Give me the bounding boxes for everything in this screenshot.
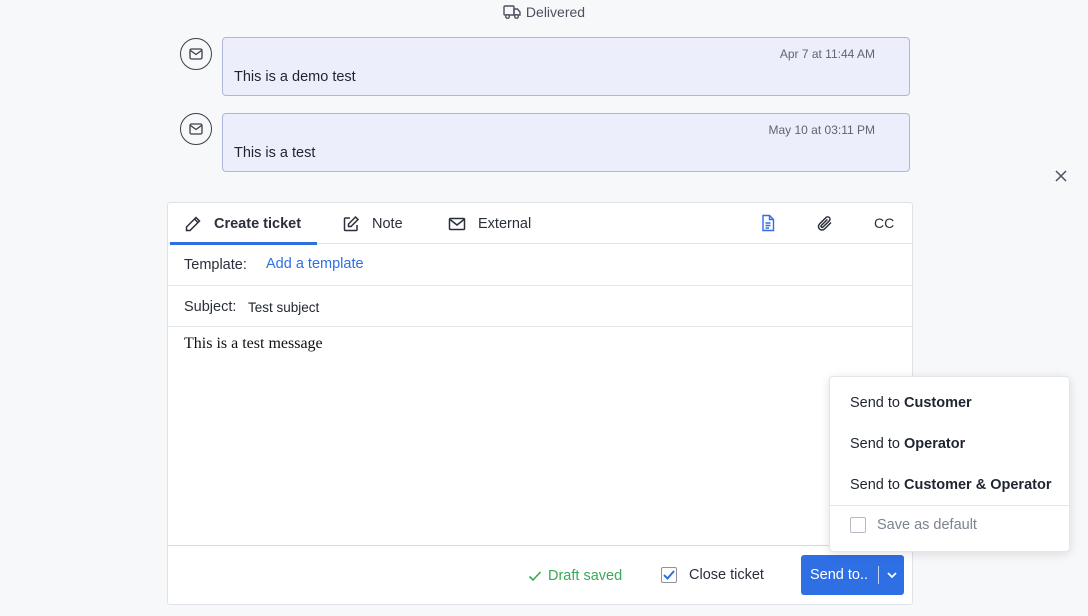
message-editor[interactable]: This is a test message [168,327,912,546]
subject-label: Subject: [184,299,237,315]
message-text: This is a demo test [234,69,356,85]
send-to-label: Send to.. [810,567,869,583]
menu-item-prefix: Send to [850,395,905,411]
checkmark-icon [663,570,675,580]
tab-label: Create ticket [214,215,302,232]
close-ticket-checkbox[interactable]: Close ticket [661,567,764,583]
composer-tabs: Create ticket Note External CC [168,203,912,245]
menu-item-prefix: Send to [850,477,905,493]
reply-composer: Create ticket Note External CC Template:… [167,202,913,605]
button-divider [878,566,879,584]
delivery-status-label: Delivered [525,4,586,20]
paperclip-icon[interactable] [816,214,834,232]
message-body: This is a test message [184,335,323,352]
message-avatar [180,113,212,145]
tab-label: Note [372,215,403,232]
edit-note-icon [343,215,360,231]
mail-icon [189,123,203,135]
envelope-icon [448,217,466,230]
truck-icon [503,5,521,19]
close-icon[interactable] [1053,168,1069,184]
composer-footer: Draft saved Close ticket Send to.. [168,547,912,605]
message-avatar [180,38,212,70]
draft-status-label: Draft saved [548,568,623,584]
tab-external[interactable]: External [448,203,531,244]
checkbox-checked[interactable] [661,567,677,583]
send-options-toggle[interactable] [881,556,903,594]
save-as-default-label: Save as default [877,517,977,533]
save-as-default-checkbox[interactable]: Save as default [850,517,977,533]
tab-note[interactable]: Note [342,203,403,244]
delivery-status: Delivered [0,4,1088,20]
document-icon[interactable] [759,214,777,232]
menu-item-target: Operator [904,436,966,452]
menu-item-prefix: Send to [850,436,905,452]
template-row: Template: Add a template [168,244,912,286]
send-to-button[interactable]: Send to.. [801,555,904,595]
pencil-icon [185,215,201,231]
chevron-down-icon [887,571,897,578]
message-bubble: May 10 at 03:11 PM This is a test [222,113,910,172]
template-label: Template: [184,257,247,273]
check-icon [528,571,542,582]
send-to-customer-and-operator[interactable]: Send to Customer & Operator [850,477,1051,493]
message-timestamp: Apr 7 at 11:44 AM [779,47,875,61]
subject-input[interactable]: Test subject [248,300,319,315]
menu-divider [830,505,1069,506]
cc-button[interactable]: CC [874,215,894,231]
tab-create-ticket[interactable]: Create ticket [169,203,318,245]
draft-status: Draft saved [528,568,622,584]
close-ticket-label: Close ticket [689,567,764,583]
tab-label: External [478,215,532,232]
checkbox-unchecked[interactable] [850,517,866,533]
menu-item-target: Customer [904,395,972,411]
send-to-customer[interactable]: Send to Customer [850,395,972,411]
message-bubble: Apr 7 at 11:44 AM This is a demo test [222,37,910,96]
add-template-link[interactable]: Add a template [266,256,364,272]
message-text: This is a test [234,145,316,161]
send-to-menu: Send to Customer Send to Operator Send t… [829,376,1070,552]
mail-icon [189,48,203,60]
subject-row: Subject: Test subject [168,286,912,327]
send-to-operator[interactable]: Send to Operator [850,436,965,452]
message-timestamp: May 10 at 03:11 PM [768,123,876,137]
menu-item-target: Customer & Operator [904,477,1052,493]
